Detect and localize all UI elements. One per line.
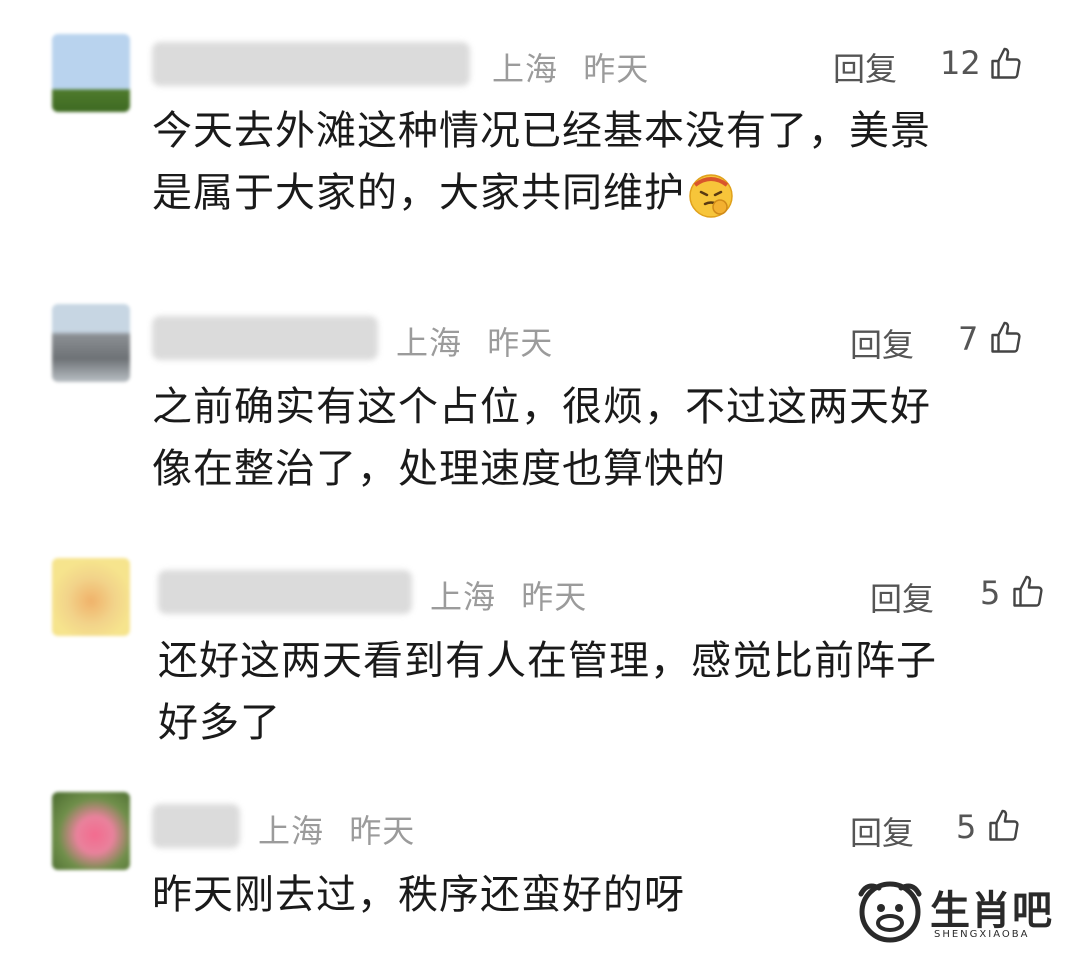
location: 上海: [258, 812, 325, 850]
timestamp: 昨天: [349, 812, 416, 850]
user-avatar[interactable]: [52, 34, 130, 112]
comment-meta: 上海 昨天: [258, 806, 415, 852]
reply-button[interactable]: 回复: [850, 320, 914, 366]
comment-text: 之前确实有这个占位，很烦，不过这两天好 像在整治了，处理速度也算快的: [152, 376, 931, 500]
comment-line: 是属于大家的，大家共同维护: [152, 170, 685, 216]
comment-line: 还好这两天看到有人在管理，感觉比前阵子: [158, 638, 937, 684]
reply-button[interactable]: 回复: [833, 44, 897, 90]
username-blurred[interactable]: [152, 804, 240, 848]
location: 上海: [492, 50, 559, 88]
comment-line: 昨天刚去过，秩序还蛮好的呀: [152, 872, 685, 918]
like-count: 7: [958, 320, 979, 358]
like-count: 12: [940, 44, 981, 82]
user-avatar[interactable]: [52, 792, 130, 870]
reply-button[interactable]: 回复: [870, 574, 934, 620]
watermark-logo: 生肖吧 SHENGXIAOBA: [855, 874, 1060, 949]
username-blurred[interactable]: [152, 42, 470, 86]
watermark-subtitle: SHENGXIAOBA: [934, 929, 1030, 940]
location: 上海: [396, 324, 463, 362]
comment-item: 上海 昨天 回复 12 今天去外滩这种情况已经基本没有了，美景 是属于大家的，大…: [0, 0, 1080, 260]
comment-line: 像在整治了，处理速度也算快的: [152, 446, 726, 492]
timestamp: 昨天: [487, 324, 554, 362]
watermark-title: 生肖吧: [930, 888, 1053, 934]
ox-logo-icon: [858, 881, 922, 943]
like-count: 5: [956, 808, 977, 846]
thinking-face-emoji: [689, 174, 733, 218]
comment-text: 还好这两天看到有人在管理，感觉比前阵子 好多了: [158, 630, 937, 754]
reply-button[interactable]: 回复: [850, 808, 914, 854]
comment-line: 今天去外滩这种情况已经基本没有了，美景: [152, 108, 931, 154]
comment-text: 今天去外滩这种情况已经基本没有了，美景 是属于大家的，大家共同维护: [152, 100, 931, 224]
username-blurred[interactable]: [152, 316, 378, 360]
comment-meta: 上海 昨天: [430, 572, 587, 618]
comment-text: 昨天刚去过，秩序还蛮好的呀: [152, 864, 685, 926]
location: 上海: [430, 578, 497, 616]
comment-meta: 上海 昨天: [492, 44, 649, 90]
thumbs-up-icon[interactable]: [986, 808, 1022, 844]
user-avatar[interactable]: [52, 558, 130, 636]
thumbs-up-icon[interactable]: [988, 46, 1024, 82]
thumbs-up-icon[interactable]: [1010, 574, 1046, 610]
comment-line: 好多了: [158, 700, 281, 746]
thumbs-up-icon[interactable]: [988, 320, 1024, 356]
comment-line: 之前确实有这个占位，很烦，不过这两天好: [152, 384, 931, 430]
comment-meta: 上海 昨天: [396, 318, 553, 364]
username-blurred[interactable]: [158, 570, 412, 614]
user-avatar[interactable]: [52, 304, 130, 382]
timestamp: 昨天: [583, 50, 650, 88]
like-count: 5: [980, 574, 1001, 612]
timestamp: 昨天: [521, 578, 588, 616]
